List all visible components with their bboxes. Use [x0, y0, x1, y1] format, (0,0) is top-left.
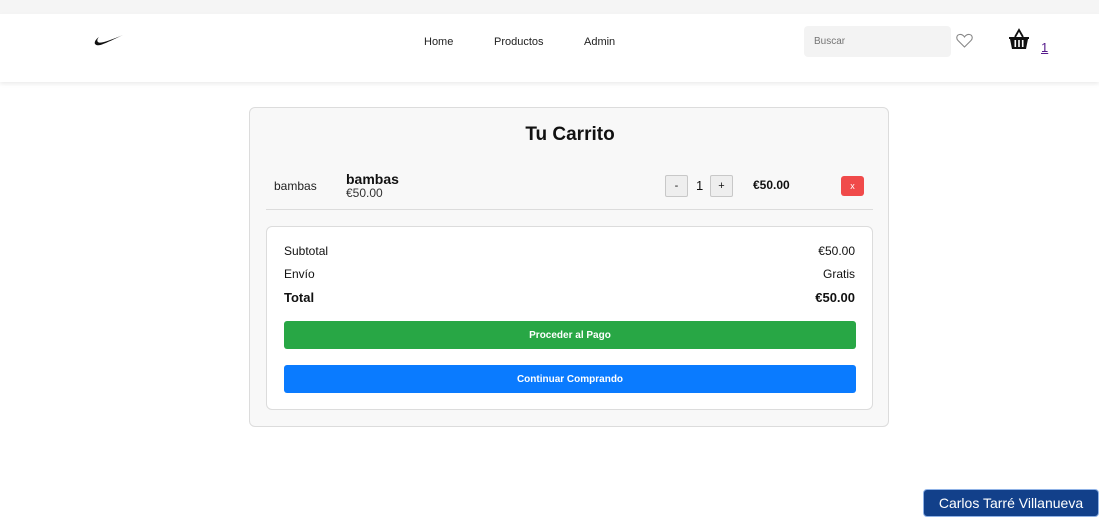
shipping-label: Envío	[284, 267, 315, 281]
author-badge: Carlos Tarré Villanueva	[923, 489, 1099, 517]
cart-title: Tu Carrito	[525, 124, 615, 145]
top-strip	[0, 0, 1099, 14]
increase-quantity-button[interactable]: +	[710, 175, 733, 197]
shipping-value: Gratis	[822, 267, 855, 281]
navbar: Home Productos Admin 1	[0, 14, 1099, 82]
item-total-price: €50.00	[753, 178, 790, 192]
product-name: bambas	[346, 171, 399, 187]
nav-link-productos[interactable]: Productos	[494, 36, 544, 48]
subtotal-value: €50.00	[818, 244, 855, 258]
heart-icon[interactable]	[956, 33, 973, 48]
order-summary: Subtotal €50.00 Envío Gratis Total €50.0…	[266, 226, 873, 410]
nav-link-home[interactable]: Home	[424, 36, 453, 48]
total-value: €50.00	[815, 290, 855, 305]
cart-item-row: bambas bambas €50.00 - 1 + €50.00 x	[266, 168, 873, 210]
checkout-button[interactable]: Proceder al Pago	[284, 321, 856, 349]
product-unit-price: €50.00	[346, 186, 383, 200]
cart-count-link[interactable]: 1	[1041, 40, 1048, 55]
total-label: Total	[284, 290, 315, 305]
cart-card: Tu Carrito bambas bambas €50.00 - 1 + €5…	[249, 107, 889, 427]
continue-shopping-button[interactable]: Continuar Comprando	[284, 365, 856, 393]
remove-item-button[interactable]: x	[841, 176, 864, 196]
basket-icon[interactable]	[1008, 28, 1030, 50]
quantity-value: 1	[696, 178, 704, 193]
nav-link-admin[interactable]: Admin	[584, 36, 615, 48]
decrease-quantity-button[interactable]: -	[665, 175, 688, 197]
subtotal-label: Subtotal	[284, 244, 329, 258]
product-image-broken: bambas	[274, 179, 317, 193]
search-input[interactable]	[804, 26, 951, 57]
